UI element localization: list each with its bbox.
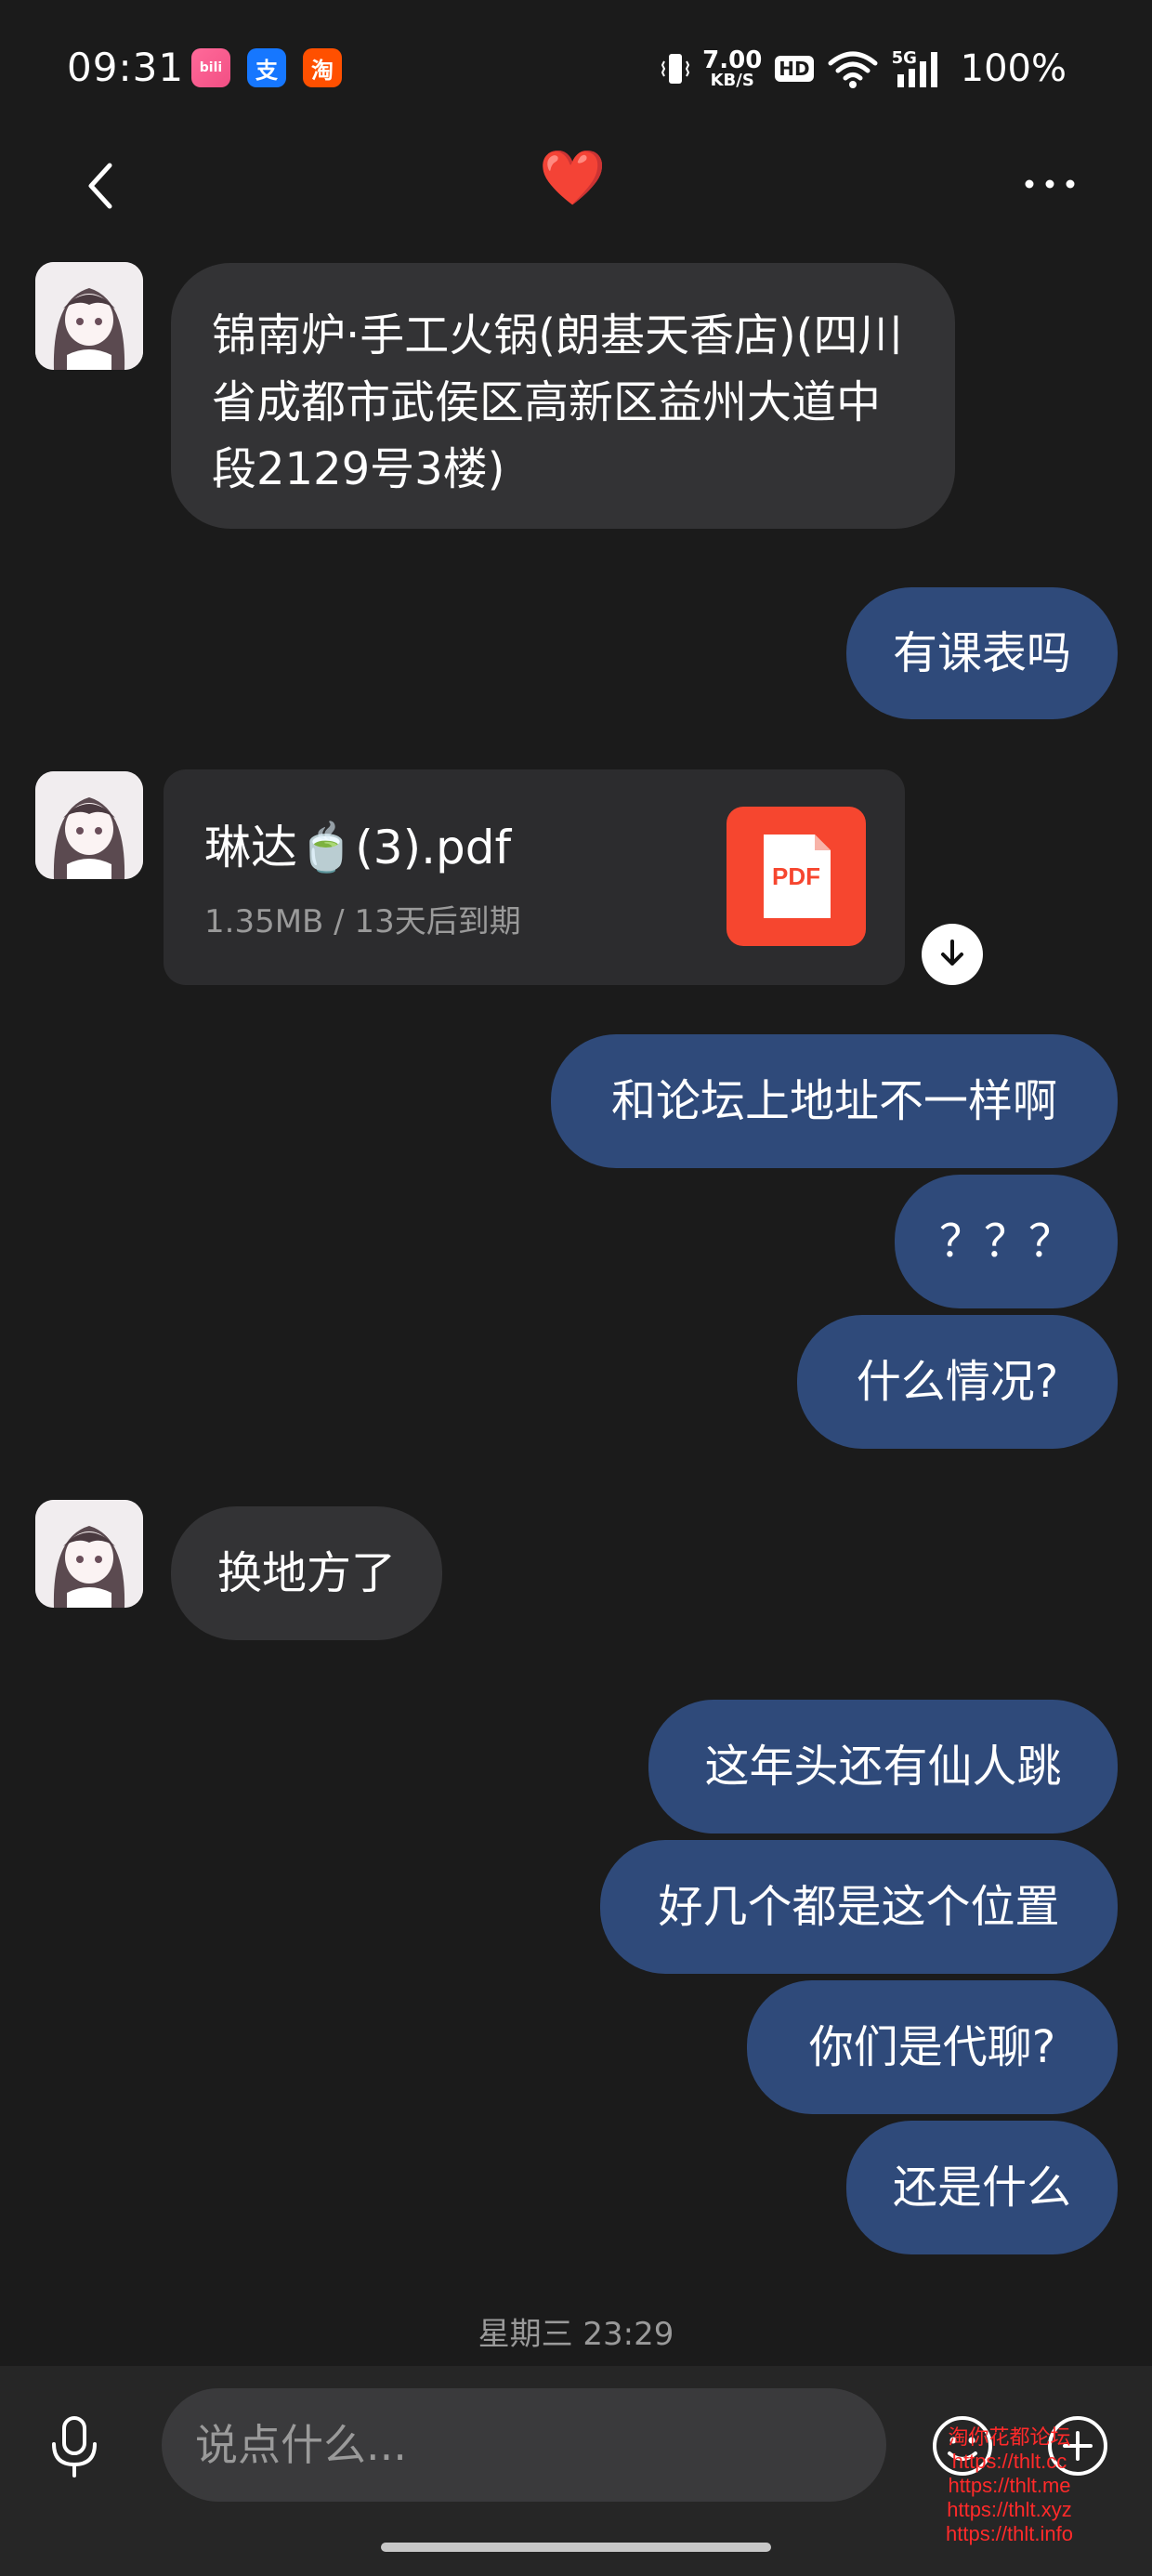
hd-icon: HD — [775, 56, 814, 82]
back-icon[interactable] — [74, 158, 130, 214]
anime-girl-avatar-icon — [35, 262, 143, 370]
vibrate-icon — [661, 54, 690, 84]
anime-girl-avatar-icon — [35, 1500, 143, 1608]
message-input[interactable] — [162, 2388, 886, 2502]
outgoing-message[interactable]: 有课表吗 — [846, 587, 1118, 719]
outgoing-message[interactable]: 这年头还有仙人跳 — [648, 1700, 1118, 1833]
outgoing-message[interactable]: 你们是代聊? — [747, 1980, 1118, 2114]
watermark-link: https://thlt.info — [946, 2522, 1073, 2545]
file-attachment[interactable]: 琳达🍵(3).pdf 1.35MB / 13天后到期 PDF — [164, 769, 905, 985]
incoming-message[interactable]: 换地方了 — [171, 1506, 442, 1640]
net-speed-value: 7.00 — [702, 46, 763, 74]
wifi-icon — [828, 51, 878, 88]
anime-girl-avatar-icon — [35, 771, 143, 879]
watermark: 淘你花都论坛 https://thlt.cc https://thlt.me h… — [946, 2425, 1073, 2546]
microphone-icon[interactable] — [41, 2412, 108, 2479]
contact-avatar[interactable] — [35, 771, 143, 879]
pdf-file-icon: PDF — [727, 807, 866, 946]
outgoing-message[interactable]: ？？？ — [895, 1175, 1118, 1308]
outgoing-message[interactable]: 和论坛上地址不一样啊 — [551, 1034, 1118, 1168]
taobao-icon: 淘 — [303, 48, 342, 87]
file-meta: 1.35MB / 13天后到期 — [204, 903, 521, 940]
net-speed-unit: KB/S — [710, 71, 754, 90]
chat-header: ❤️ — [0, 139, 1152, 232]
watermark-link: https://thlt.cc — [951, 2450, 1067, 2473]
download-arrow-icon — [941, 940, 963, 966]
alipay-icon: 支 — [247, 48, 286, 87]
bilibili-icon: bili — [191, 48, 230, 87]
contact-avatar[interactable] — [35, 262, 143, 370]
pdf-label: PDF — [772, 862, 820, 890]
signal-bars-icon — [897, 52, 937, 87]
watermark-title: 淘你花都论坛 — [948, 2425, 1071, 2449]
status-indicators: 7.00 KB/S HD 5G 100% — [661, 43, 1067, 95]
more-options-icon[interactable] — [1022, 173, 1078, 195]
download-button[interactable] — [922, 924, 983, 985]
chat-title: ❤️ — [539, 146, 607, 209]
net-speed: 7.00 KB/S — [702, 48, 762, 89]
watermark-link: https://thlt.me — [948, 2474, 1071, 2497]
message-timestamp: 星期三 23:29 — [478, 2316, 674, 2353]
home-indicator[interactable] — [381, 2543, 771, 2552]
battery-level: 100% — [960, 47, 1067, 90]
outgoing-message[interactable]: 还是什么 — [846, 2121, 1118, 2254]
status-time: 09:31 — [67, 45, 185, 90]
cell-signal: 5G — [892, 48, 948, 89]
incoming-message[interactable]: 锦南炉·手工火锅(朗基天香店)(四川省成都市武侯区高新区益州大道中段2129号3… — [171, 263, 955, 529]
watermark-link: https://thlt.xyz — [947, 2498, 1072, 2521]
outgoing-message[interactable]: 什么情况? — [797, 1315, 1118, 1449]
file-name: 琳达🍵(3).pdf — [204, 821, 512, 874]
outgoing-message[interactable]: 好几个都是这个位置 — [600, 1840, 1118, 1974]
contact-avatar[interactable] — [35, 1500, 143, 1608]
status-bar: 09:31 bili 支 淘 7.00 KB/S HD 5G 100% — [0, 0, 1152, 139]
